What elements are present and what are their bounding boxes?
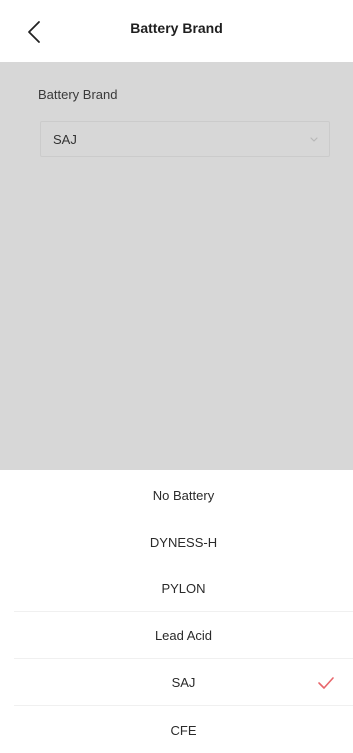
chevron-down-icon bbox=[310, 137, 318, 142]
option-dyness-h[interactable]: DYNESS-H bbox=[14, 519, 353, 565]
option-label: SAJ bbox=[171, 675, 196, 690]
option-label: DYNESS-H bbox=[149, 534, 218, 550]
option-cfe[interactable]: CFE bbox=[14, 707, 353, 753]
page-title: Battery Brand bbox=[130, 20, 223, 36]
option-no-battery[interactable]: No Battery bbox=[14, 472, 353, 518]
top-bar: Battery Brand bbox=[0, 0, 353, 63]
checkmark-icon bbox=[318, 677, 334, 689]
battery-brand-label: Battery Brand bbox=[38, 87, 118, 102]
option-label: CFE bbox=[170, 722, 197, 738]
option-lead-acid[interactable]: Lead Acid bbox=[14, 613, 353, 659]
option-label: Lead Acid bbox=[154, 628, 213, 643]
option-label: No Battery bbox=[152, 487, 215, 503]
option-saj[interactable]: SAJ bbox=[14, 660, 353, 706]
option-pylon[interactable]: PYLON bbox=[14, 566, 353, 612]
selected-value: SAJ bbox=[53, 132, 77, 147]
brand-picker-sheet: No Battery DYNESS-H PYLON Lead Acid SAJ … bbox=[0, 470, 353, 742]
option-label: PYLON bbox=[161, 581, 206, 596]
battery-brand-select[interactable]: SAJ bbox=[40, 121, 330, 157]
